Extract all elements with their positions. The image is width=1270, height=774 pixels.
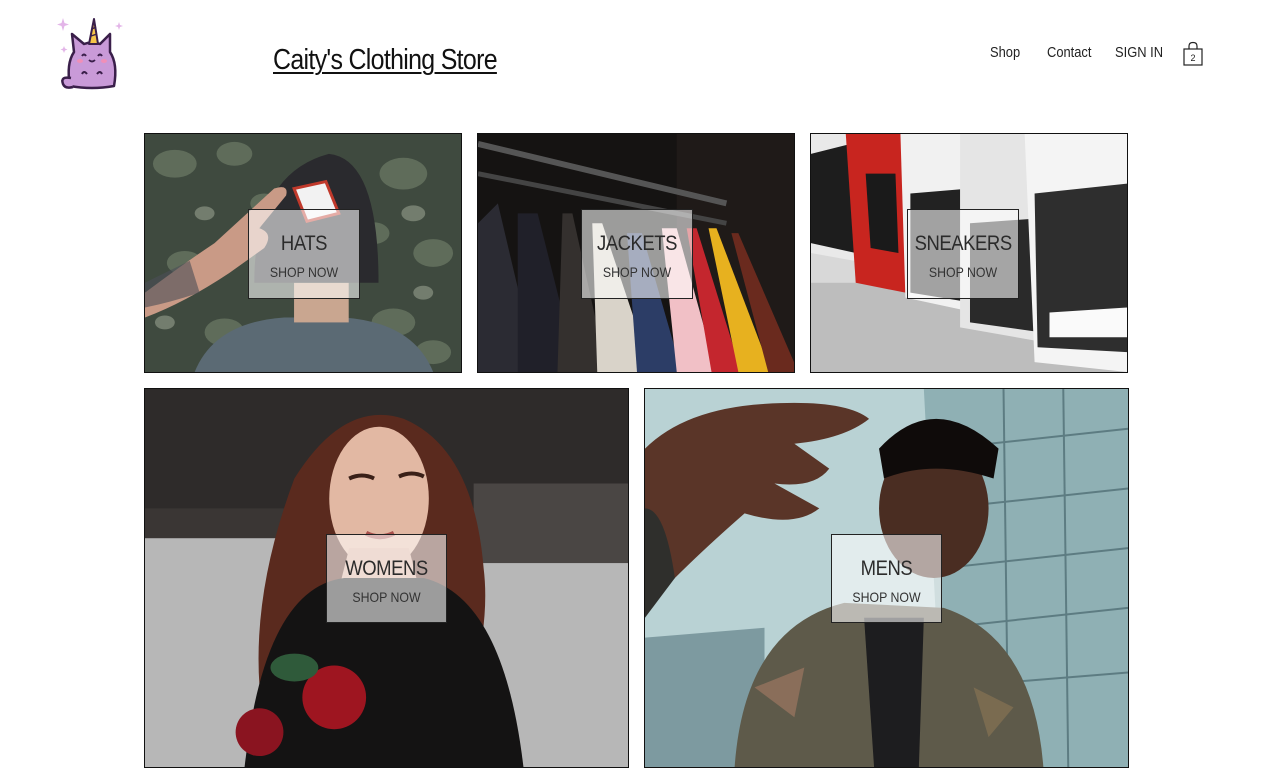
nav-signin-link[interactable]: SIGN IN <box>1115 44 1163 61</box>
category-label-box[interactable]: WOMENS SHOP NOW <box>326 534 447 623</box>
category-label-box[interactable]: JACKETS SHOP NOW <box>581 209 693 299</box>
cart-button[interactable]: 2 <box>1181 41 1205 67</box>
category-label-box[interactable]: SNEAKERS SHOP NOW <box>907 209 1019 299</box>
nav-shop-link[interactable]: Shop <box>990 44 1020 61</box>
shop-now-link[interactable]: SHOP NOW <box>334 589 439 605</box>
category-tile-womens[interactable]: WOMENS SHOP NOW <box>144 388 629 768</box>
category-label-box[interactable]: HATS SHOP NOW <box>248 209 360 299</box>
cart-count: 2 <box>1190 53 1196 63</box>
category-title: MENS <box>860 557 913 580</box>
category-label-box[interactable]: MENS SHOP NOW <box>831 534 942 623</box>
category-tile-mens[interactable]: MENS SHOP NOW <box>644 388 1129 768</box>
nav-contact-link[interactable]: Contact <box>1047 44 1091 61</box>
category-tile-sneakers[interactable]: SNEAKERS SHOP NOW <box>810 133 1128 373</box>
category-title: JACKETS <box>596 232 678 255</box>
shop-now-link[interactable]: SHOP NOW <box>915 264 1012 280</box>
unicorn-cat-logo-icon[interactable] <box>56 16 124 92</box>
category-title: SNEAKERS <box>914 232 1013 255</box>
category-tile-jackets[interactable]: JACKETS SHOP NOW <box>477 133 795 373</box>
shop-now-link[interactable]: SHOP NOW <box>839 589 935 605</box>
shop-now-link[interactable]: SHOP NOW <box>256 264 353 280</box>
store-title-link[interactable]: Caity's Clothing Store <box>273 44 498 77</box>
shop-now-link[interactable]: SHOP NOW <box>589 264 686 280</box>
category-title: HATS <box>280 232 328 255</box>
category-tile-hats[interactable]: HATS SHOP NOW <box>144 133 462 373</box>
category-title: WOMENS <box>345 557 428 580</box>
